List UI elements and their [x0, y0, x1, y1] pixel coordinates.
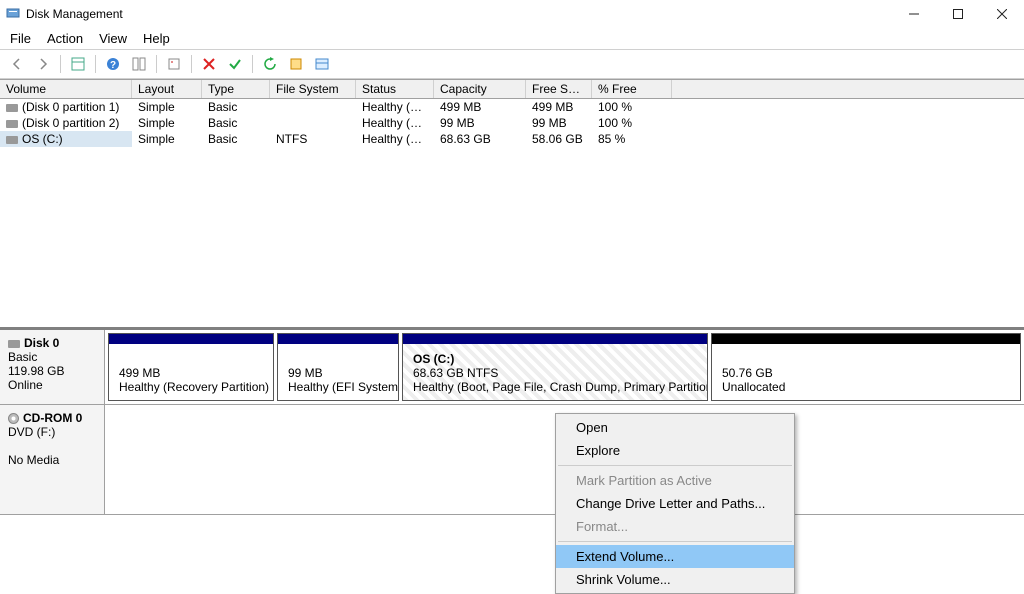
partition-efi[interactable]: 99 MBHealthy (EFI System P	[277, 333, 399, 401]
volume-row[interactable]: (Disk 0 partition 1) Simple Basic Health…	[0, 99, 1024, 115]
list-icon[interactable]	[311, 53, 333, 75]
app-icon	[6, 6, 20, 23]
check-icon[interactable]	[224, 53, 246, 75]
disk-label[interactable]: Disk 0 Basic 119.98 GB Online	[0, 330, 105, 404]
maximize-button[interactable]	[936, 0, 980, 28]
ctx-separator	[558, 541, 792, 542]
partition-bar	[403, 334, 707, 344]
menu-view[interactable]: View	[99, 31, 127, 46]
title-bar: Disk Management	[0, 0, 1024, 28]
forward-icon[interactable]	[32, 53, 54, 75]
toolbar-separator	[191, 55, 192, 73]
col-status[interactable]: Status	[356, 80, 434, 98]
drive-icon	[6, 104, 18, 112]
ctx-format: Format...	[556, 515, 794, 538]
toolbar-separator	[60, 55, 61, 73]
menu-bar: File Action View Help	[0, 28, 1024, 50]
disk-graphical-view: Disk 0 Basic 119.98 GB Online 499 MBHeal…	[0, 327, 1024, 515]
drive-icon	[6, 120, 18, 128]
toolbar-separator	[156, 55, 157, 73]
col-layout[interactable]: Layout	[132, 80, 202, 98]
layout-icon[interactable]	[128, 53, 150, 75]
ctx-separator	[558, 465, 792, 466]
properties-icon[interactable]	[163, 53, 185, 75]
delete-icon[interactable]	[198, 53, 220, 75]
col-type[interactable]: Type	[202, 80, 270, 98]
volume-row[interactable]: OS (C:) Simple Basic NTFS Healthy (B... …	[0, 131, 1024, 147]
ctx-shrink-volume[interactable]: Shrink Volume...	[556, 568, 794, 591]
disk-label[interactable]: CD-ROM 0 DVD (F:) No Media	[0, 405, 105, 514]
window-title: Disk Management	[26, 7, 123, 21]
context-menu: Open Explore Mark Partition as Active Ch…	[555, 413, 795, 594]
disk-row: CD-ROM 0 DVD (F:) No Media	[0, 405, 1024, 515]
toolbar: ?	[0, 50, 1024, 79]
col-free[interactable]: Free Spa...	[526, 80, 592, 98]
close-button[interactable]	[980, 0, 1024, 28]
cd-icon	[8, 413, 19, 424]
volume-row[interactable]: (Disk 0 partition 2) Simple Basic Health…	[0, 115, 1024, 131]
ctx-mark-active: Mark Partition as Active	[556, 469, 794, 492]
col-volume[interactable]: Volume	[0, 80, 132, 98]
partition-bar	[712, 334, 1020, 344]
col-capacity[interactable]: Capacity	[434, 80, 526, 98]
volume-list-header: Volume Layout Type File System Status Ca…	[0, 79, 1024, 99]
toolbar-separator	[95, 55, 96, 73]
refresh-icon[interactable]	[259, 53, 281, 75]
ctx-explore[interactable]: Explore	[556, 439, 794, 462]
action-icon[interactable]	[285, 53, 307, 75]
show-hide-icon[interactable]	[67, 53, 89, 75]
help-icon[interactable]: ?	[102, 53, 124, 75]
menu-help[interactable]: Help	[143, 31, 170, 46]
drive-icon	[6, 136, 18, 144]
back-icon[interactable]	[6, 53, 28, 75]
partition-bar	[109, 334, 273, 344]
col-percent[interactable]: % Free	[592, 80, 672, 98]
toolbar-separator	[252, 55, 253, 73]
partition-recovery[interactable]: 499 MBHealthy (Recovery Partition)	[108, 333, 274, 401]
drive-icon	[8, 340, 20, 348]
menu-action[interactable]: Action	[47, 31, 83, 46]
partition-os[interactable]: OS (C:)68.63 GB NTFSHealthy (Boot, Page …	[402, 333, 708, 401]
ctx-change-letter[interactable]: Change Drive Letter and Paths...	[556, 492, 794, 515]
partition-unallocated[interactable]: 50.76 GBUnallocated	[711, 333, 1021, 401]
col-filesystem[interactable]: File System	[270, 80, 356, 98]
minimize-button[interactable]	[892, 0, 936, 28]
partition-bar	[278, 334, 398, 344]
svg-text:?: ?	[110, 60, 116, 71]
menu-file[interactable]: File	[10, 31, 31, 46]
ctx-extend-volume[interactable]: Extend Volume...	[556, 545, 794, 568]
ctx-open[interactable]: Open	[556, 416, 794, 439]
volume-list: (Disk 0 partition 1) Simple Basic Health…	[0, 99, 1024, 327]
disk-row: Disk 0 Basic 119.98 GB Online 499 MBHeal…	[0, 330, 1024, 405]
